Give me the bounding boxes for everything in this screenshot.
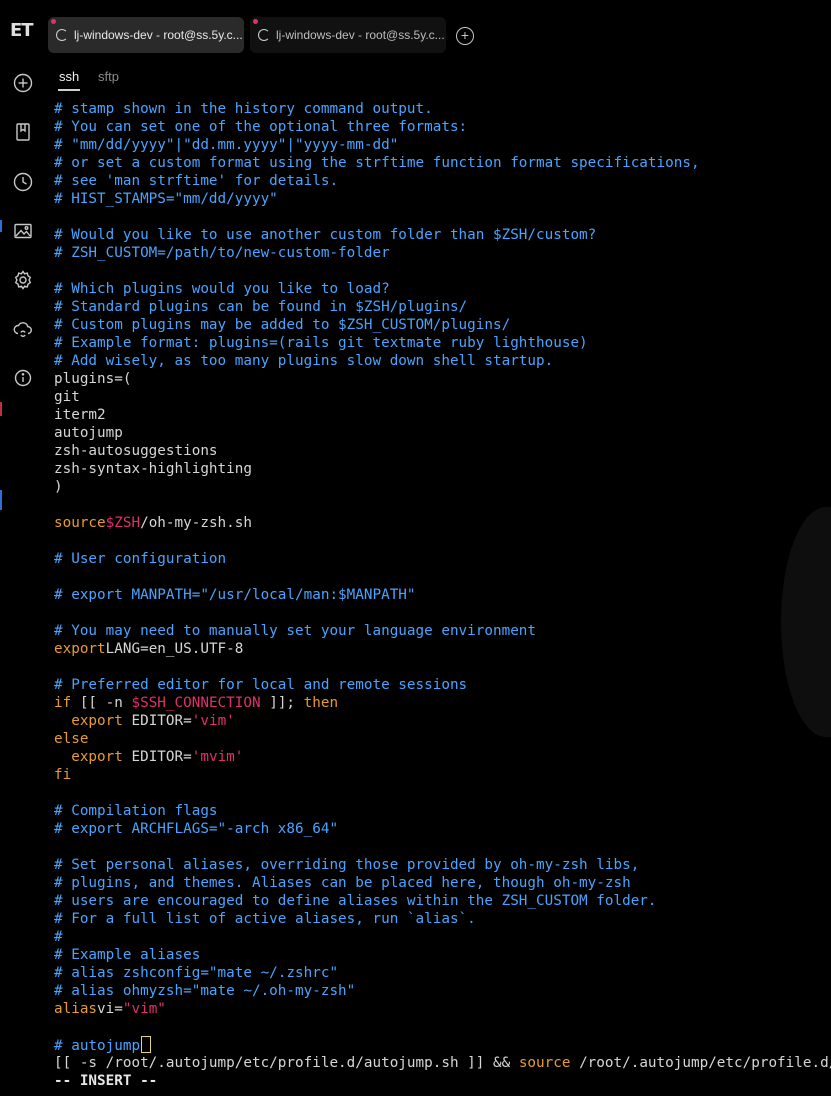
terminal-line: # User configuration: [54, 551, 227, 567]
terminal-line: # Example format: plugins=(rails git tex…: [54, 335, 588, 351]
terminal-line: # Example aliases: [54, 947, 201, 963]
terminal-line: # autojump: [54, 1036, 831, 1054]
terminal-line: else: [54, 731, 89, 747]
terminal-line: # You can set one of the optional three …: [54, 119, 468, 135]
terminal-line: #: [54, 929, 63, 945]
edge-marker: [0, 402, 2, 416]
plus-circle-icon[interactable]: [12, 72, 34, 94]
tab-ssh[interactable]: ssh: [59, 69, 79, 84]
sidebar: ET: [0, 0, 44, 1096]
terminal-line: fi: [54, 767, 72, 783]
tab-label: lj-windows-dev - root@ss.5y.c...: [276, 28, 445, 42]
loading-icon: [56, 29, 68, 41]
terminal-line: # HIST_STAMPS="mm/dd/yyyy": [54, 191, 278, 207]
gear-icon[interactable]: [12, 269, 34, 291]
terminal-line: # users are encouraged to define aliases…: [54, 893, 657, 909]
info-icon[interactable]: [12, 367, 34, 389]
active-tab-indicator: [58, 89, 80, 91]
terminal-line: # Custom plugins may be added to $ZSH_CU…: [54, 317, 511, 333]
terminal-line: autojump: [54, 425, 123, 441]
terminal-line: if [[ -n $SSH_CONNECTION ]]; then: [54, 695, 339, 711]
terminal-line: # Which plugins would you like to load?: [54, 281, 390, 297]
terminal-line: # Standard plugins can be found in $ZSH/…: [54, 299, 468, 315]
terminal-line: # "mm/dd/yyyy"|"dd.mm.yyyy"|"yyyy-mm-dd": [54, 137, 399, 153]
loading-icon: [258, 29, 270, 41]
terminal-line: # stamp shown in the history command out…: [54, 101, 433, 117]
vim-mode-indicator: -- INSERT --: [54, 1073, 158, 1089]
terminal-line: ): [54, 479, 63, 495]
connection-subtabs: ssh sftp: [44, 58, 831, 92]
terminal-line: # export MANPATH="/usr/local/man:$MANPAT…: [54, 587, 416, 603]
cloud-sync-icon[interactable]: [12, 318, 34, 340]
terminal-line: # alias zshconfig="mate ~/.zshrc": [54, 965, 339, 981]
terminal-line: export EDITOR='vim': [71, 713, 235, 729]
terminal-line: zsh-syntax-highlighting: [54, 461, 252, 477]
tab-label: lj-windows-dev - root@ss.5y.c...: [74, 28, 243, 42]
edge-marker: [0, 220, 2, 232]
terminal-line: # see 'man strftime' for details.: [54, 173, 339, 189]
terminal-pane[interactable]: # stamp shown in the history command out…: [44, 92, 831, 1096]
image-icon[interactable]: [12, 220, 34, 242]
edge-marker: [0, 490, 2, 510]
terminal-line: source$ZSH/oh-my-zsh.sh: [54, 515, 252, 531]
terminal-line: # Would you like to use another custom f…: [54, 227, 597, 243]
unread-dot: [253, 19, 258, 24]
terminal-line: # Set personal aliases, overriding those…: [54, 857, 640, 873]
tab-bar: lj-windows-dev - root@ss.5y.c... lj-wind…: [44, 0, 831, 58]
terminal-line: exportLANG=en_US.UTF-8: [54, 641, 244, 657]
terminal-line: # Compilation flags: [54, 803, 218, 819]
terminal-line: # Add wisely, as too many plugins slow d…: [54, 353, 554, 369]
terminal-line: # alias ohmyzsh="mate ~/.oh-my-zsh": [54, 983, 356, 999]
terminal-line: plugins=(: [54, 371, 132, 387]
terminal-line: # For a full list of active aliases, run…: [54, 911, 476, 927]
add-tab-icon[interactable]: +: [456, 27, 474, 45]
session-tab-2[interactable]: lj-windows-dev - root@ss.5y.c...: [250, 17, 446, 53]
tab-sftp[interactable]: sftp: [98, 69, 119, 84]
session-tab-1[interactable]: lj-windows-dev - root@ss.5y.c...: [48, 17, 244, 53]
terminal-line: export EDITOR='mvim': [71, 749, 244, 765]
text-cursor: [141, 1036, 152, 1053]
terminal-line: aliasvi="vim": [54, 1001, 166, 1017]
terminal-line: # You may need to manually set your lang…: [54, 623, 537, 639]
bookmark-icon[interactable]: [12, 121, 34, 143]
terminal-line: # export ARCHFLAGS="-arch x86_64": [54, 821, 339, 837]
terminal-line: iterm2: [54, 407, 106, 423]
app-logo: ET: [10, 20, 34, 41]
history-icon[interactable]: [12, 171, 34, 193]
terminal-line: # Preferred editor for local and remote …: [54, 677, 468, 693]
unread-dot: [51, 19, 56, 24]
terminal-line: [[ -s /root/.autojump/etc/profile.d/auto…: [54, 1055, 831, 1071]
terminal-line: # plugins, and themes. Aliases can be pl…: [54, 875, 631, 891]
terminal-line: # ZSH_CUSTOM=/path/to/new-custom-folder: [54, 245, 390, 261]
terminal-output: # stamp shown in the history command out…: [54, 100, 831, 1090]
terminal-line: zsh-autosuggestions: [54, 443, 218, 459]
terminal-line: git: [54, 389, 80, 405]
terminal-line: # or set a custom format using the strft…: [54, 155, 700, 171]
